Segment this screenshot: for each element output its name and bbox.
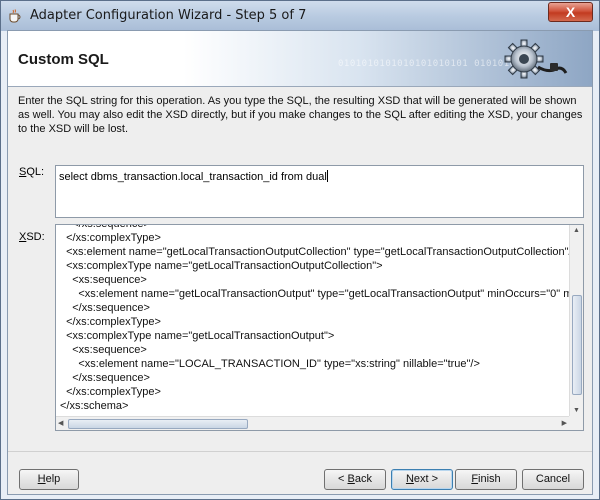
xsd-line: <xs:element name="getLocalTransactionOut… <box>60 246 570 258</box>
instructions-text: Enter the SQL string for this operation.… <box>18 95 583 135</box>
xsd-line: </xs:complexType> <box>60 386 161 398</box>
xsd-line: </xs:sequence> <box>60 372 150 384</box>
help-button[interactable]: Help <box>19 469 79 490</box>
page-header: Custom SQL 0101010101010101010101 010101… <box>8 31 592 87</box>
header-decoration: 0101010101010101010101 01010101 <box>338 59 522 69</box>
xsd-line: </xs:complexType> <box>60 316 161 328</box>
scroll-corner <box>569 416 583 430</box>
xsd-horizontal-scrollbar[interactable]: ◀ ▶ <box>56 416 569 430</box>
cancel-button[interactable]: Cancel <box>522 469 584 490</box>
xsd-line: </xs:schema> <box>60 400 129 409</box>
xsd-line: <xs:complexType name="getLocalTransactio… <box>60 330 335 342</box>
xsd-label: XSD: <box>19 231 45 243</box>
scroll-down-icon[interactable]: ▼ <box>573 407 580 414</box>
window-title: Adapter Configuration Wizard - Step 5 of… <box>30 8 307 23</box>
gear-plug-icon <box>504 39 568 79</box>
xsd-text-area[interactable]: </xs:sequence> </xs:complexType> <xs:ele… <box>60 224 570 409</box>
wizard-window: Adapter Configuration Wizard - Step 5 of… <box>0 0 600 500</box>
title-bar[interactable]: Adapter Configuration Wizard - Step 5 of… <box>1 1 599 31</box>
xsd-line: </xs:sequence> <box>60 302 150 314</box>
page-title: Custom SQL <box>18 51 109 68</box>
text-caret <box>326 170 328 182</box>
back-button[interactable]: < Back <box>324 469 386 490</box>
xsd-line: <xs:element name="LOCAL_TRANSACTION_ID" … <box>60 358 480 370</box>
horizontal-scroll-thumb[interactable] <box>68 419 248 429</box>
next-button[interactable]: Next > <box>391 469 453 490</box>
scroll-right-icon[interactable]: ▶ <box>562 419 567 427</box>
close-button[interactable]: X <box>548 2 593 22</box>
xsd-line: </xs:sequence> <box>60 224 150 230</box>
vertical-scroll-thumb[interactable] <box>572 295 582 395</box>
scroll-left-icon[interactable]: ◀ <box>58 419 63 427</box>
wizard-body: Custom SQL 0101010101010101010101 010101… <box>7 30 593 495</box>
footer-divider <box>8 451 592 452</box>
sql-label: SQL: <box>19 166 45 178</box>
finish-button[interactable]: Finish <box>455 469 517 490</box>
xsd-line: <xs:sequence> <box>60 274 147 286</box>
sql-input[interactable]: select dbms_transaction.local_transactio… <box>55 165 584 218</box>
xsd-editor[interactable]: </xs:sequence> </xs:complexType> <xs:ele… <box>55 224 584 431</box>
xsd-line: <xs:sequence> <box>60 344 147 356</box>
xsd-line: </xs:complexType> <box>60 232 161 244</box>
xsd-line: <xs:element name="getLocalTransactionOut… <box>78 288 570 300</box>
sql-text: select dbms_transaction.local_transactio… <box>59 171 327 183</box>
scroll-up-icon[interactable]: ▲ <box>573 227 580 234</box>
app-cup-icon <box>9 9 21 23</box>
xsd-vertical-scrollbar[interactable]: ▲ ▼ <box>569 225 583 416</box>
xsd-line: <xs:complexType name="getLocalTransactio… <box>60 260 383 272</box>
